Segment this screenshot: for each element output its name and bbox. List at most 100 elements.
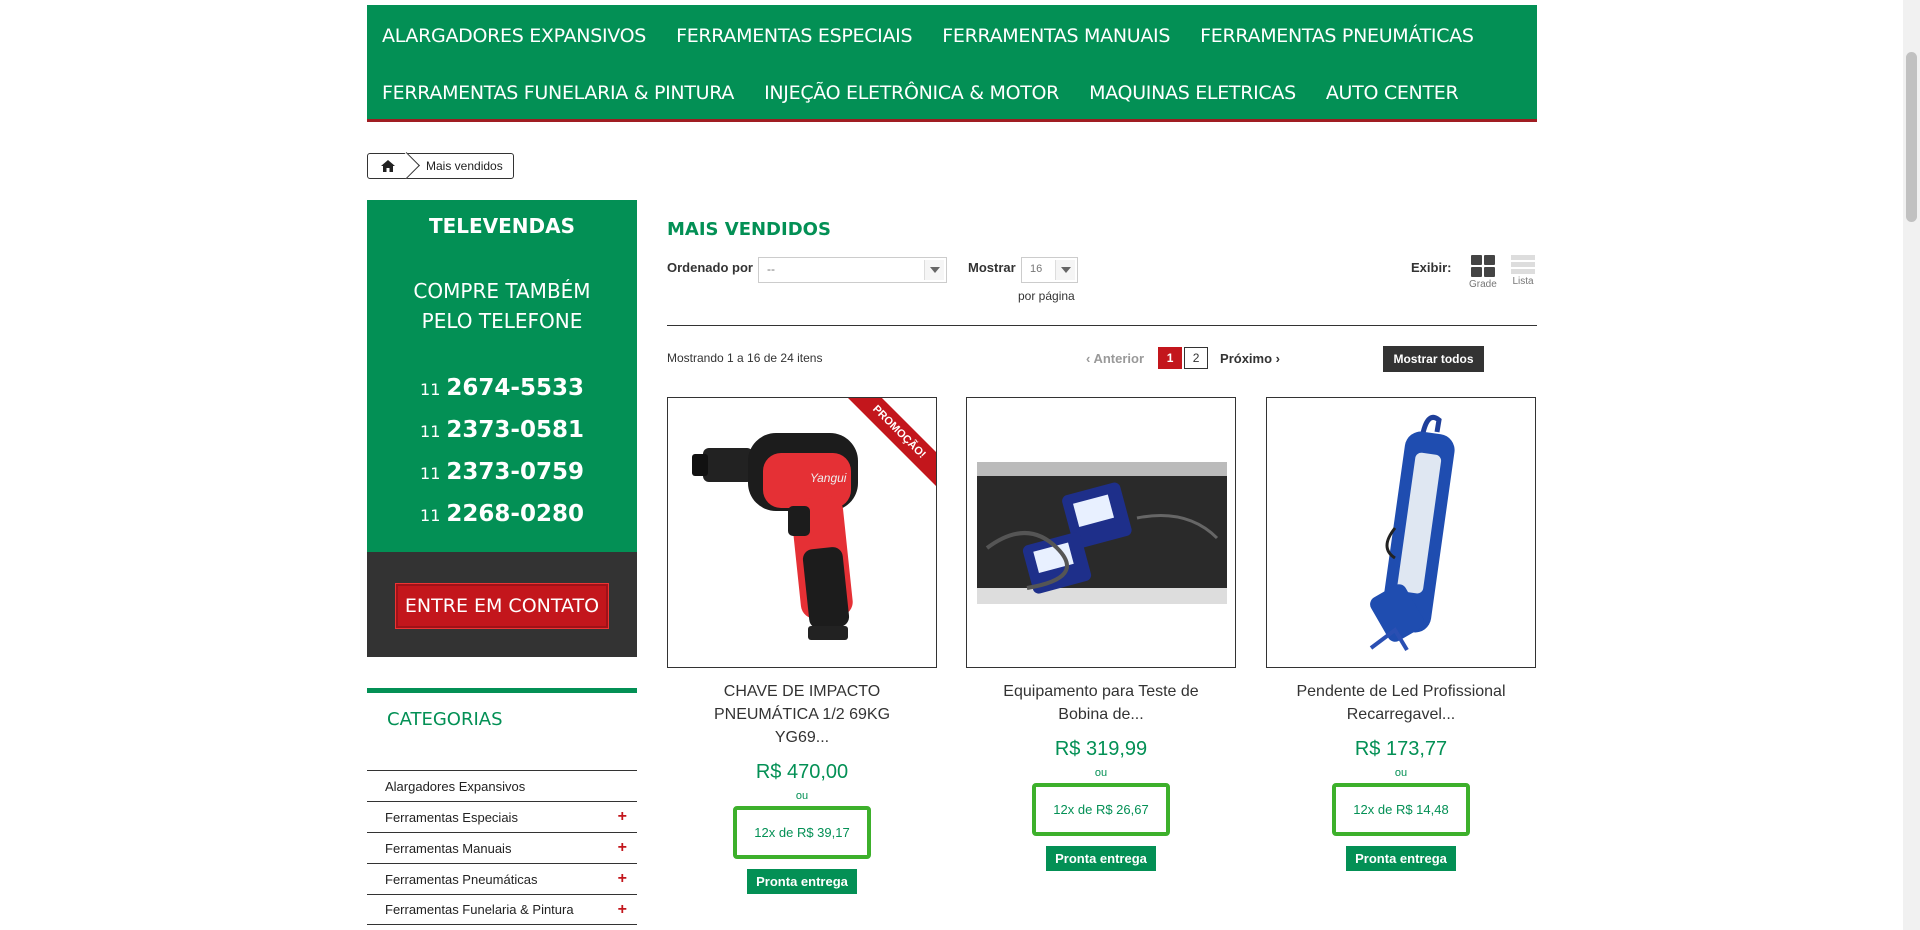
product-name[interactable]: CHAVE DE IMPACTO PNEUMÁTICA 1/2 69KG YG6… — [667, 680, 937, 749]
product-name-line: Equipamento para Teste de — [1003, 683, 1199, 700]
per-page-select[interactable]: 16 — [1021, 257, 1078, 283]
phone-digits: 2268-0280 — [446, 501, 584, 527]
product-name[interactable]: Pendente de Led Profissional Recarregave… — [1266, 680, 1536, 726]
home-icon — [381, 160, 395, 172]
phone-digits: 2674-5533 — [446, 375, 584, 401]
show-all-button[interactable]: Mostrar todos — [1383, 346, 1484, 372]
chevron-right-icon: › — [1272, 350, 1280, 366]
contact-box: ENTRE EM CONTATO — [367, 552, 637, 657]
televendas-title: TELEVENDAS — [428, 214, 576, 238]
view-list-button[interactable]: Lista — [1511, 255, 1535, 287]
product-installments: 12x de R$ 39,17 — [733, 806, 871, 859]
breadcrumb-current: Mais vendidos — [426, 159, 503, 173]
led-lamp-image — [1369, 414, 1455, 652]
list-icon — [1511, 255, 1535, 274]
plus-icon[interactable]: + — [618, 839, 627, 857]
results-count: Mostrando 1 a 16 de 24 itens — [667, 351, 823, 365]
sort-value: -- — [767, 262, 775, 276]
product-installments: 12x de R$ 26,67 — [1032, 783, 1170, 836]
view-label: Exibir: — [1411, 260, 1452, 275]
phone-number: 11 2373-0759 — [367, 452, 637, 494]
product-or: ou — [1094, 767, 1108, 779]
top-nav: ALARGADORES EXPANSIVOS FERRAMENTAS ESPEC… — [367, 5, 1537, 122]
televendas-panel: TELEVENDAS COMPRE TAMBÉM PELO TELEFONE 1… — [367, 200, 637, 552]
chevron-down-icon — [924, 260, 944, 280]
categories-title: CATEGORIAS — [387, 709, 503, 730]
nav-ferramentas-especiais[interactable]: FERRAMENTAS ESPECIAIS — [676, 25, 912, 47]
pagination-prev[interactable]: ‹ Anterior — [1086, 351, 1144, 366]
stock-badge: Pronta entrega — [1346, 846, 1456, 871]
plus-icon[interactable]: + — [618, 870, 627, 888]
categories-panel: CATEGORIAS Alargadores Expansivos Ferram… — [367, 688, 637, 925]
breadcrumb-home[interactable] — [368, 154, 408, 178]
televendas-line-2: PELO TELEFONE — [421, 309, 583, 333]
nav-auto-center[interactable]: AUTO CENTER — [1326, 82, 1459, 104]
product-image[interactable]: Yangui PROMOÇÃO! — [667, 397, 937, 668]
phone-list: 11 2674-5533 11 2373-0581 11 2373-0759 11 22… — [367, 368, 637, 536]
page-1[interactable]: 1 — [1158, 347, 1183, 369]
category-label: Ferramentas Funelaria & Pintura — [385, 902, 574, 917]
chevron-down-icon — [1055, 260, 1075, 280]
product-name-line: Pendente de Led Profissional — [1296, 683, 1506, 700]
product-name-line: YG69... — [774, 729, 830, 746]
top-nav-row-2: FERRAMENTAS FUNELARIA & PINTURA INJEÇÃO … — [382, 82, 1488, 104]
product-card: Pendente de Led Profissional Recarregave… — [1266, 397, 1536, 871]
product-name-line: PNEUMÁTICA 1/2 69KG — [713, 706, 891, 723]
pagination-next-label: Próximo — [1220, 350, 1273, 366]
nav-funelaria-pintura[interactable]: FERRAMENTAS FUNELARIA & PINTURA — [382, 82, 734, 104]
product-name[interactable]: Equipamento para Teste de Bobina de... — [966, 680, 1236, 726]
phone-ddd: 11 — [420, 380, 441, 399]
product-name-line: CHAVE DE IMPACTO — [723, 683, 881, 700]
sort-label: Ordenado por — [667, 260, 753, 275]
coil-tester-image — [977, 462, 1227, 604]
divider — [667, 325, 1537, 326]
category-item[interactable]: Ferramentas Pneumáticas + — [367, 863, 637, 894]
plus-icon[interactable]: + — [618, 808, 627, 826]
view-list-label: Lista — [1512, 276, 1534, 287]
televendas-line-1: COMPRE TAMBÉM — [413, 279, 591, 303]
plus-icon[interactable]: + — [618, 901, 627, 919]
phone-ddd: 11 — [420, 464, 441, 483]
phone-digits: 2373-0759 — [446, 459, 584, 485]
phone-ddd: 11 — [420, 506, 441, 525]
page-2[interactable]: 2 — [1184, 347, 1209, 369]
category-item[interactable]: Alargadores Expansivos — [367, 770, 637, 801]
scrollbar-thumb[interactable] — [1906, 52, 1917, 222]
category-item[interactable]: Ferramentas Manuais + — [367, 832, 637, 863]
product-or: ou — [1394, 767, 1408, 779]
category-label: Ferramentas Especiais — [385, 809, 518, 825]
product-price: R$ 470,00 — [755, 761, 849, 783]
stock-badge: Pronta entrega — [1046, 846, 1156, 871]
breadcrumb: Mais vendidos — [367, 153, 514, 179]
product-name-line: Recarregavel... — [1346, 706, 1456, 723]
show-label: Mostrar — [968, 260, 1016, 275]
top-nav-row-1: ALARGADORES EXPANSIVOS FERRAMENTAS ESPEC… — [382, 25, 1504, 47]
category-label: Ferramentas Pneumáticas — [385, 871, 538, 887]
nav-injecao-eletronica[interactable]: INJEÇÃO ELETRÔNICA & MOTOR — [764, 82, 1059, 104]
categories-list: Alargadores Expansivos Ferramentas Espec… — [367, 770, 637, 925]
scrollbar[interactable] — [1903, 0, 1920, 930]
contact-button[interactable]: ENTRE EM CONTATO — [395, 583, 609, 629]
product-installments: 12x de R$ 14,48 — [1332, 783, 1470, 836]
phone-digits: 2373-0581 — [446, 417, 584, 443]
category-label: Alargadores Expansivos — [385, 778, 526, 794]
category-item[interactable]: Ferramentas Funelaria & Pintura + — [367, 894, 637, 925]
category-item[interactable]: Ferramentas Especiais + — [367, 801, 637, 832]
product-or: ou — [795, 790, 809, 802]
sort-select[interactable]: -- — [758, 257, 947, 283]
category-label: Ferramentas Manuais — [385, 840, 512, 856]
view-grid-label: Grade — [1469, 279, 1497, 290]
nav-maquinas-eletricas[interactable]: MAQUINAS ELETRICAS — [1089, 82, 1296, 104]
stock-badge: Pronta entrega — [747, 869, 857, 894]
product-image[interactable] — [966, 397, 1236, 668]
nav-ferramentas-manuais[interactable]: FERRAMENTAS MANUAIS — [942, 25, 1170, 47]
televendas-text: COMPRE TAMBÉM PELO TELEFONE — [367, 276, 637, 336]
nav-ferramentas-pneumaticas[interactable]: FERRAMENTAS PNEUMÁTICAS — [1200, 25, 1474, 47]
page-title: MAIS VENDIDOS — [667, 219, 831, 240]
view-grid-button[interactable]: Grade — [1469, 255, 1497, 290]
product-image[interactable] — [1266, 397, 1536, 668]
phone-number: 11 2268-0280 — [367, 494, 637, 536]
nav-alargadores[interactable]: ALARGADORES EXPANSIVOS — [382, 25, 646, 47]
per-page-value: 16 — [1030, 263, 1043, 275]
pagination-next[interactable]: Próximo › — [1220, 351, 1280, 366]
